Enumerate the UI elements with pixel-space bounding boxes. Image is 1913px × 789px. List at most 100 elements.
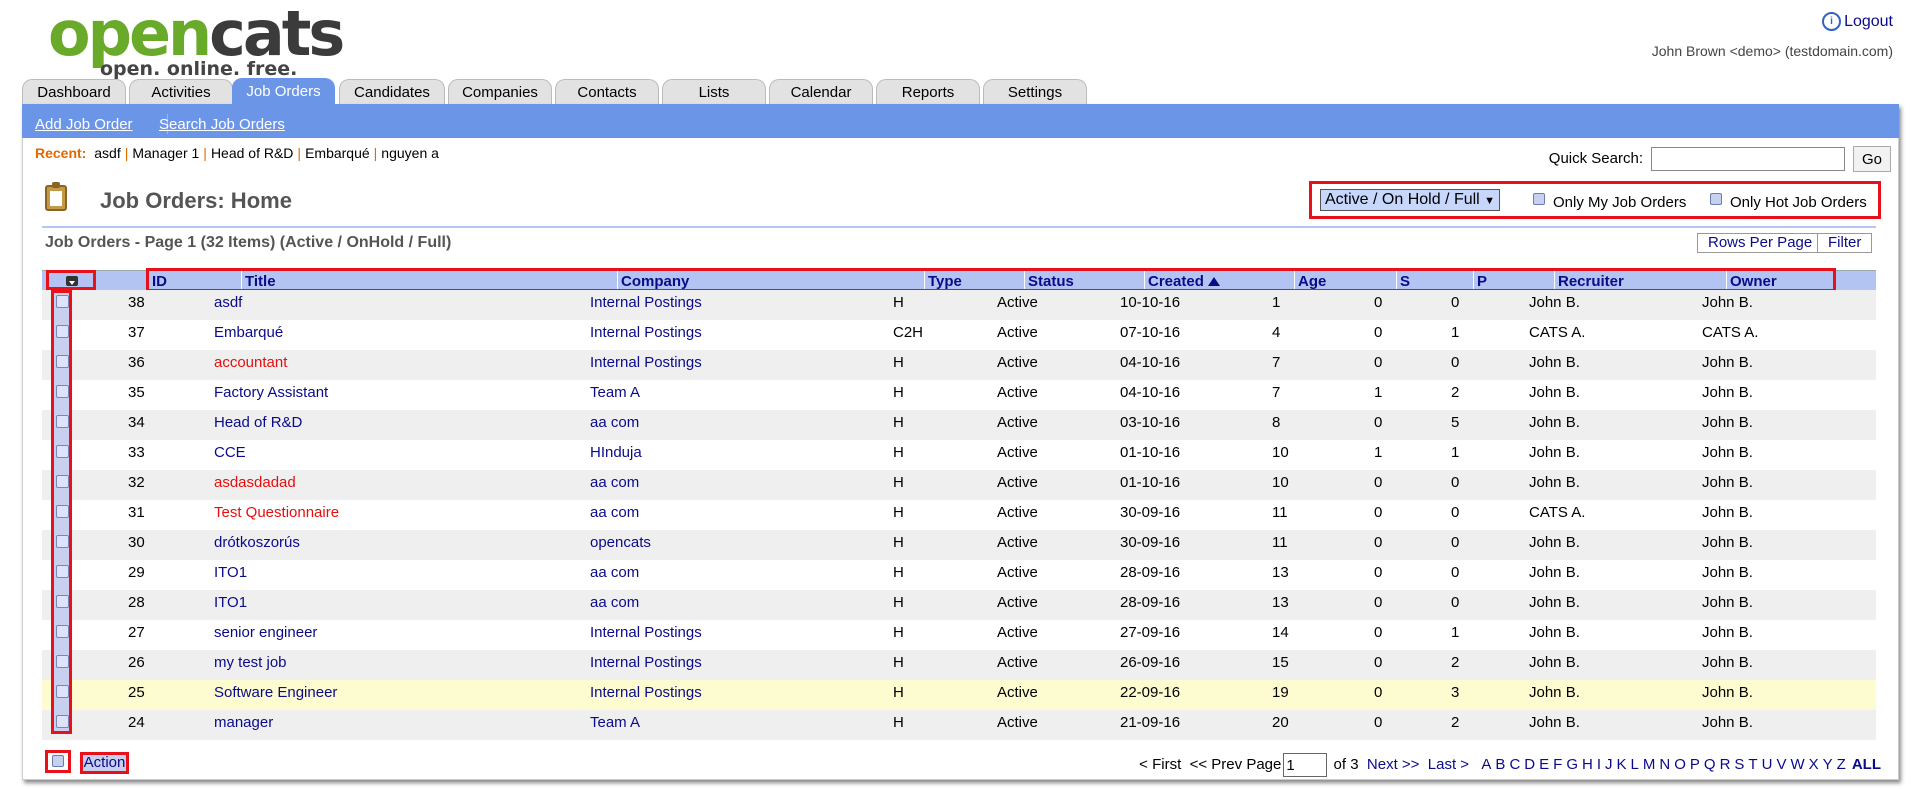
opencats-logo[interactable]: opencats open. online. free. — [48, 3, 345, 81]
next-page-link[interactable]: Next >> — [1367, 756, 1420, 773]
cell-company[interactable]: Internal Postings — [590, 624, 702, 641]
cell-title[interactable]: asdf — [214, 294, 242, 311]
table-row[interactable]: 36 accountant Internal Postings H Active 04-1… — [42, 350, 1876, 380]
select-all-checkbox[interactable] — [52, 755, 64, 767]
add-job-order-link[interactable]: Add Job Order — [35, 116, 133, 133]
last-page-link[interactable]: Last > — [1428, 756, 1469, 773]
row-checkbox[interactable] — [56, 325, 69, 338]
table-row[interactable]: 37 Embarqué Internal Postings C2H Active 07-1… — [42, 320, 1876, 350]
row-checkbox[interactable] — [56, 445, 69, 458]
cell-title[interactable]: Head of R&D — [214, 414, 302, 431]
cell-company[interactable]: Internal Postings — [590, 354, 702, 371]
cell-title[interactable]: drótkoszorús — [214, 534, 300, 551]
letter-filter-link[interactable]: B — [1495, 756, 1505, 773]
search-job-orders-link[interactable]: Search Job Orders — [159, 116, 285, 133]
table-row[interactable]: 27 senior engineer Internal Postings H Activ… — [42, 620, 1876, 650]
cell-company[interactable]: Team A — [590, 714, 640, 731]
quick-search-input[interactable] — [1651, 147, 1845, 171]
cell-title[interactable]: Test Questionnaire — [214, 504, 339, 521]
cell-title[interactable]: Factory Assistant — [214, 384, 328, 401]
table-row[interactable]: 33 CCE HInduja H Active 01-10-16 10 1 1 John B. Jo… — [42, 440, 1876, 470]
first-page-link[interactable]: < First — [1139, 756, 1181, 773]
row-checkbox[interactable] — [56, 685, 69, 698]
table-row[interactable]: 32 asdasdadad aa com H Active 01-10-16 10 0 0 Joh… — [42, 470, 1876, 500]
cell-title[interactable]: accountant — [214, 354, 287, 371]
cell-company[interactable]: Internal Postings — [590, 294, 702, 311]
row-checkbox[interactable] — [56, 535, 69, 548]
only-my-job-orders-checkbox[interactable] — [1533, 193, 1545, 205]
tab-calendar[interactable]: Calendar — [769, 79, 873, 104]
row-checkbox[interactable] — [56, 415, 69, 428]
action-button[interactable]: Action — [80, 752, 129, 774]
tab-job-orders[interactable]: Job Orders — [232, 78, 335, 106]
column-header-type[interactable]: Type — [928, 273, 962, 290]
cell-company[interactable]: aa com — [590, 564, 639, 581]
letter-filter-link[interactable]: N — [1659, 756, 1670, 773]
letter-filter-link[interactable]: S — [1734, 756, 1744, 773]
letter-filter-link[interactable]: L — [1631, 756, 1639, 773]
recent-item[interactable]: nguyen a — [381, 145, 439, 161]
letter-filter-link[interactable]: D — [1524, 756, 1535, 773]
row-checkbox[interactable] — [56, 625, 69, 638]
cell-title[interactable]: manager — [214, 714, 273, 731]
letter-filter-link[interactable]: J — [1605, 756, 1613, 773]
tab-contacts[interactable]: Contacts — [555, 79, 659, 104]
column-header-owner[interactable]: Owner — [1730, 273, 1777, 290]
cell-title[interactable]: senior engineer — [214, 624, 317, 641]
letter-filter-link[interactable]: P — [1690, 756, 1700, 773]
column-chooser-button[interactable] — [46, 270, 96, 290]
letter-filter-link[interactable]: X — [1809, 756, 1819, 773]
letter-filter-link[interactable]: R — [1720, 756, 1731, 773]
filter-button[interactable]: Filter — [1817, 233, 1873, 253]
letter-filter-link[interactable]: U — [1762, 756, 1773, 773]
table-row[interactable]: 38 asdf Internal Postings H Active 10-10-16 1 0… — [42, 290, 1876, 320]
letter-filter-link[interactable]: V — [1776, 756, 1786, 773]
column-header-title[interactable]: Title — [245, 273, 276, 290]
cell-title[interactable]: Software Engineer — [214, 684, 337, 701]
cell-title[interactable]: my test job — [214, 654, 287, 671]
letter-filter-link[interactable]: A — [1481, 756, 1491, 773]
select-all-control[interactable] — [45, 750, 71, 773]
cell-company[interactable]: Internal Postings — [590, 684, 702, 701]
cell-company[interactable]: HInduja — [590, 444, 642, 461]
cell-company[interactable]: aa com — [590, 504, 639, 521]
quick-search-go-button[interactable]: Go — [1853, 146, 1891, 172]
table-row[interactable]: 31 Test Questionnaire aa com H Active 30-09-1… — [42, 500, 1876, 530]
table-row[interactable]: 28 ITO1 aa com H Active 28-09-16 13 0 0 John B. Jo… — [42, 590, 1876, 620]
row-checkbox[interactable] — [56, 655, 69, 668]
cell-company[interactable]: aa com — [590, 414, 639, 431]
row-checkbox[interactable] — [56, 475, 69, 488]
only-hot-job-orders-checkbox[interactable] — [1710, 193, 1722, 205]
letter-filter-link[interactable]: F — [1553, 756, 1562, 773]
cell-company[interactable]: Internal Postings — [590, 324, 702, 341]
column-header-p[interactable]: P — [1477, 273, 1487, 290]
column-header-status[interactable]: Status — [1028, 273, 1074, 290]
recent-item[interactable]: asdf — [94, 145, 120, 161]
recent-item[interactable]: Manager 1 — [132, 145, 199, 161]
row-checkbox[interactable] — [56, 505, 69, 518]
tab-candidates[interactable]: Candidates — [339, 79, 445, 104]
prev-page-link[interactable]: << Prev — [1190, 756, 1243, 773]
letter-filter-link[interactable]: W — [1790, 756, 1804, 773]
only-my-job-orders-option[interactable]: Only My Job Orders — [1533, 193, 1686, 211]
tab-lists[interactable]: Lists — [662, 79, 766, 104]
letter-filter-link[interactable]: G — [1566, 756, 1578, 773]
cell-company[interactable]: Team A — [590, 384, 640, 401]
letter-filter-link[interactable]: Z — [1837, 756, 1846, 773]
column-header-s[interactable]: S — [1400, 273, 1410, 290]
recent-item[interactable]: Embarqué — [305, 145, 370, 161]
tab-activities[interactable]: Activities — [129, 79, 233, 104]
logout-link[interactable]: i Logout — [1822, 12, 1893, 31]
cell-company[interactable]: Internal Postings — [590, 654, 702, 671]
row-checkbox[interactable] — [56, 355, 69, 368]
table-row[interactable]: 35 Factory Assistant Team A H Active 04-10-16… — [42, 380, 1876, 410]
tab-companies[interactable]: Companies — [448, 79, 552, 104]
letter-filter-link[interactable]: M — [1643, 756, 1656, 773]
column-header-created-wrap[interactable]: Created — [1148, 273, 1220, 290]
letter-filter-link[interactable]: C — [1509, 756, 1520, 773]
letter-filter-link[interactable]: O — [1674, 756, 1686, 773]
letter-filter-link[interactable]: E — [1539, 756, 1549, 773]
rows-per-page-button[interactable]: Rows Per Page — [1697, 233, 1824, 253]
cell-title[interactable]: Embarqué — [214, 324, 283, 341]
letter-filter-link[interactable]: K — [1617, 756, 1627, 773]
